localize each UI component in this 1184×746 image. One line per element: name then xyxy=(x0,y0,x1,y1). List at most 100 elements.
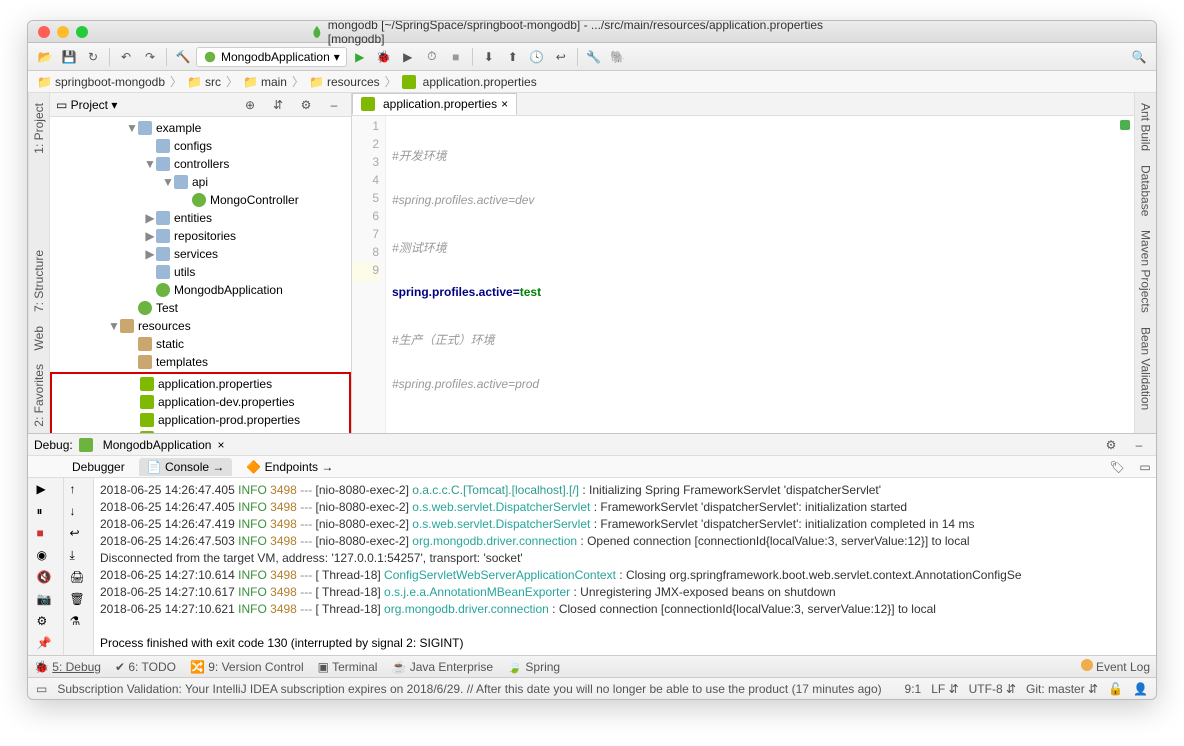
layout-icon[interactable]: ▭ xyxy=(1134,456,1156,478)
breadcrumb-item[interactable]: 📁 springboot-mongodb xyxy=(34,75,168,89)
tree-item[interactable]: MongodbApplication xyxy=(50,281,351,299)
debug-icon[interactable]: 🐞 xyxy=(373,46,395,68)
hide-icon[interactable]: – xyxy=(1128,434,1150,456)
rerun-icon[interactable]: ▶ xyxy=(37,482,55,500)
inspection-ok-icon[interactable] xyxy=(1120,120,1130,130)
filter-icon[interactable]: ⚗ xyxy=(70,614,88,632)
tool-spring[interactable]: 🍃 Spring xyxy=(507,660,560,674)
console-output[interactable]: 2018-06-25 14:26:47.405 INFO 3498 --- [n… xyxy=(94,478,1156,658)
structure-icon[interactable]: 🔧 xyxy=(583,46,605,68)
close-tab-icon[interactable]: × xyxy=(501,97,508,111)
tool-terminal[interactable]: ▣ Terminal xyxy=(318,660,378,674)
up-icon[interactable]: ↑ xyxy=(70,482,88,500)
gear-icon[interactable]: ⚙ xyxy=(295,94,317,116)
editor-body[interactable]: 123456789 #开发环境 #spring.profiles.active=… xyxy=(352,116,1134,433)
pin-icon[interactable]: 📌 xyxy=(37,636,55,654)
breadcrumb-item[interactable]: 📁 src xyxy=(184,75,224,89)
event-log[interactable]: Event Log xyxy=(1081,659,1150,674)
tree-item[interactable]: ▶repositories xyxy=(50,227,351,245)
tool-debug[interactable]: 🐞 5: Debug xyxy=(34,660,101,674)
redo-icon[interactable]: ↷ xyxy=(139,46,161,68)
breadcrumb-item[interactable]: application.properties xyxy=(399,75,540,89)
coverage-icon[interactable]: ▶ xyxy=(397,46,419,68)
tree-item[interactable]: utils xyxy=(50,263,351,281)
tree-item[interactable]: ▼api xyxy=(50,173,351,191)
save-icon[interactable]: 💾 xyxy=(58,46,80,68)
tree-item[interactable]: static xyxy=(50,335,351,353)
tree-item[interactable]: ▶entities xyxy=(50,209,351,227)
tree-item[interactable]: application-dev.properties xyxy=(52,393,349,411)
project-tree[interactable]: ▼example configs ▼controllers ▼api Mongo… xyxy=(50,117,351,433)
open-icon[interactable]: 📂 xyxy=(34,46,56,68)
vcs-commit-icon[interactable]: ⬆ xyxy=(502,46,524,68)
tree-item[interactable]: ▼controllers xyxy=(50,155,351,173)
traffic-lights[interactable] xyxy=(28,26,88,38)
breadcrumb-item[interactable]: 📁 main xyxy=(240,75,290,89)
settings-icon[interactable]: ⚙ xyxy=(37,614,55,632)
minimize-icon[interactable] xyxy=(57,26,69,38)
stop-icon[interactable]: ■ xyxy=(445,46,467,68)
project-view-dropdown[interactable]: ▭ Project ▾ xyxy=(56,98,117,112)
zoom-icon[interactable] xyxy=(76,26,88,38)
tool-project[interactable]: 1: Project xyxy=(30,97,48,160)
down-icon[interactable]: ↓ xyxy=(70,504,88,522)
tree-item[interactable]: Test xyxy=(50,299,351,317)
code-area[interactable]: #开发环境 #spring.profiles.active=dev #测试环境 … xyxy=(386,116,1134,433)
refresh-icon[interactable]: ↻ xyxy=(82,46,104,68)
encoding[interactable]: UTF-8 ⇵ xyxy=(969,682,1016,696)
tool-bean[interactable]: Bean Validation xyxy=(1137,321,1155,416)
tool-web[interactable]: Web xyxy=(30,320,48,356)
git-branch[interactable]: Git: master ⇵ xyxy=(1026,682,1098,696)
tool-structure[interactable]: 7: Structure xyxy=(30,244,48,318)
build-icon[interactable]: 🔨 xyxy=(172,46,194,68)
tree-item[interactable]: application-test.properties xyxy=(52,429,349,433)
breadcrumb-item[interactable]: 📁 resources xyxy=(306,75,383,89)
gear-icon[interactable]: ⚙ xyxy=(1100,434,1122,456)
filter-icon[interactable]: 🏷 xyxy=(1106,456,1128,478)
search-icon[interactable]: 🔍 xyxy=(1128,46,1150,68)
tool-vcs[interactable]: 🔀 9: Version Control xyxy=(190,660,304,674)
sdk-icon[interactable]: 🐘 xyxy=(607,46,629,68)
vcs-update-icon[interactable]: ⬇ xyxy=(478,46,500,68)
tree-item[interactable]: ▼resources xyxy=(50,317,351,335)
tab-console[interactable]: 📄 Console → xyxy=(139,458,233,476)
print-icon[interactable]: 🖨 xyxy=(70,570,88,588)
tool-jee[interactable]: ☕ Java Enterprise xyxy=(391,660,493,674)
inspect-icon[interactable]: 👤 xyxy=(1133,682,1148,696)
view-breakpoints-icon[interactable]: ◉ xyxy=(37,548,55,566)
tool-ant[interactable]: Ant Build xyxy=(1137,97,1155,157)
locate-icon[interactable]: ⊕ xyxy=(239,94,261,116)
tool-todo[interactable]: ✔ 6: TODO xyxy=(115,660,176,674)
tool-maven[interactable]: Maven Projects xyxy=(1137,224,1155,319)
tool-database[interactable]: Database xyxy=(1137,159,1155,222)
tree-item[interactable]: application-prod.properties xyxy=(52,411,349,429)
tree-item[interactable]: templates xyxy=(50,353,351,371)
close-icon[interactable]: × xyxy=(217,438,224,452)
editor-tab[interactable]: application.properties × xyxy=(352,93,517,115)
wrap-icon[interactable]: ↩ xyxy=(70,526,88,544)
cursor-position[interactable]: 9:1 xyxy=(905,682,922,696)
hide-icon[interactable]: – xyxy=(323,94,345,116)
tree-item[interactable]: ▼example xyxy=(50,119,351,137)
tree-item[interactable]: ▶services xyxy=(50,245,351,263)
run-config-dropdown[interactable]: MongodbApplication ▾ xyxy=(196,47,347,67)
clear-icon[interactable]: 🗑 xyxy=(70,592,88,610)
run-icon[interactable]: ▶ xyxy=(349,46,371,68)
hide-tools-icon[interactable]: ▭ xyxy=(36,682,47,696)
tool-favorites[interactable]: 2: Favorites xyxy=(30,358,48,433)
close-icon[interactable] xyxy=(38,26,50,38)
lock-icon[interactable]: 🔓 xyxy=(1108,682,1123,696)
tree-item[interactable]: configs xyxy=(50,137,351,155)
undo-icon[interactable]: ↶ xyxy=(115,46,137,68)
vcs-history-icon[interactable]: 🕓 xyxy=(526,46,548,68)
vcs-revert-icon[interactable]: ↩ xyxy=(550,46,572,68)
line-sep[interactable]: LF ⇵ xyxy=(931,682,958,696)
mute-icon[interactable]: 🔇 xyxy=(37,570,55,588)
tree-item[interactable]: application.properties xyxy=(52,375,349,393)
tab-endpoints[interactable]: 🔶 Endpoints → xyxy=(238,458,341,476)
collapse-icon[interactable]: ⇵ xyxy=(267,94,289,116)
tree-item[interactable]: MongoController xyxy=(50,191,351,209)
profile-icon[interactable]: ⏱ xyxy=(421,46,443,68)
scroll-end-icon[interactable]: ⤓ xyxy=(70,548,88,566)
tab-debugger[interactable]: Debugger xyxy=(64,458,133,476)
